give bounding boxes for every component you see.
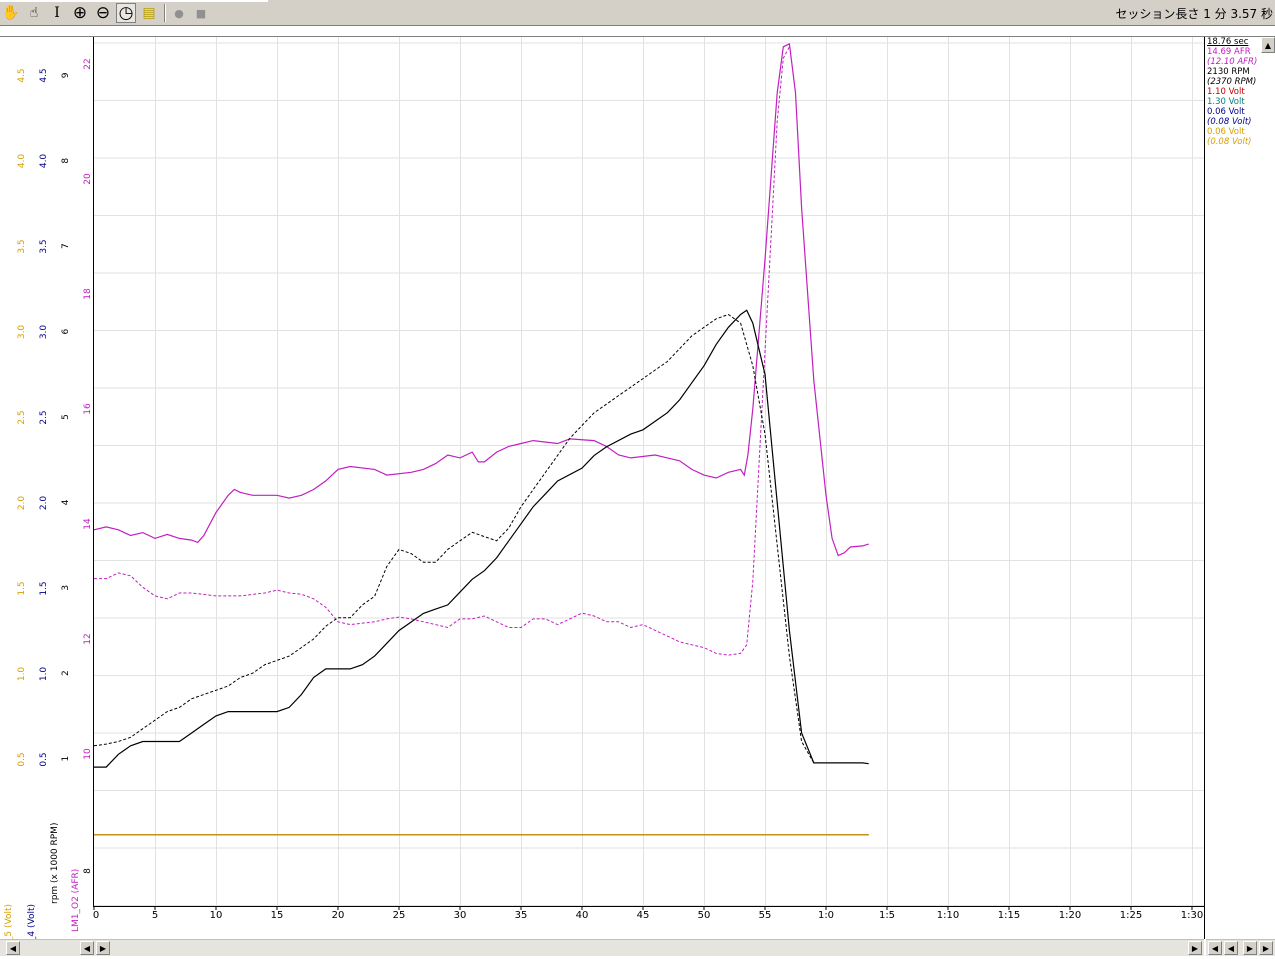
legend-lm4-ref: (0.08 Volt) [1207, 117, 1252, 127]
x-tick-label: 1:15 [998, 910, 1020, 921]
x-tick-label: 1:0 [818, 910, 834, 921]
legend-scrollbar[interactable]: ◀ ◀ ▶ ▶ [1206, 939, 1275, 956]
lm1-4-tick-label: 1.5 [39, 581, 49, 595]
toolbar: ✋ ☝ I ⊕ ⊖ ◷ ▤ ● ■ セッション長さ 1 分 3.57 秒 [0, 0, 1275, 26]
legend-lm5-ref: (0.08 Volt) [1207, 137, 1252, 147]
x-tick-label: 55 [759, 910, 772, 921]
legend-volt-teal: 1.30 Volt [1207, 97, 1245, 107]
chart: 0.5 1.0 1.5 2.0 2.5 3.0 3.5 4.0 4.5 5 0.5 1.0 1.5 2.0… [0, 26, 1275, 939]
legend-scroll-right-icon[interactable]: ▶ [1259, 941, 1273, 955]
rpm-tick-label: 8 [61, 158, 71, 164]
toolbar-grip [0, 0, 268, 2]
lm1-4-tick-label: 4.5 [39, 68, 49, 82]
axis-title-lm1-4: LM1_4 (Volt) [27, 904, 37, 939]
scroll-left-icon[interactable]: ◀ [6, 941, 20, 955]
x-tick-label: 15 [271, 910, 284, 921]
x-tick-label: 35 [515, 910, 528, 921]
axis-title-rpm: rpm (x 1000 RPM) [50, 823, 60, 904]
legend-afr: 14.69 AFR [1207, 47, 1251, 57]
rpm-tick-label: 8 [83, 868, 93, 874]
legend-lm4: 0.06 Volt [1207, 107, 1245, 117]
stopwatch-icon[interactable]: ◷ [116, 3, 136, 23]
legend-rpm: 2130 RPM [1207, 67, 1250, 77]
grab-icon[interactable]: ☝ [24, 3, 44, 23]
rpm-tick-label: 7 [61, 243, 71, 249]
lm1-5-tick-label: 3.5 [17, 239, 27, 253]
lm1-5-tick-label: 3.0 [17, 325, 27, 340]
scroll-up-button[interactable]: ▲ [1261, 37, 1275, 53]
lm1-5-tick-label: 1.5 [17, 581, 27, 595]
notepad-icon[interactable]: ▤ [139, 3, 159, 23]
lm1-4-tick-label: 4.0 [39, 154, 49, 169]
lm1-5-tick-label: 2.0 [17, 496, 27, 511]
legend-readout: 18.76 sec 14.69 AFR (12.10 AFR) 2130 RPM… [1207, 37, 1269, 147]
rpm-tick-label: 9 [61, 72, 71, 78]
x-tick-label: 50 [698, 910, 711, 921]
legend-afr-ref: (12.10 AFR) [1207, 57, 1258, 67]
rpm-tick-label: 6 [61, 328, 71, 334]
x-tick-label: 5 [152, 910, 158, 921]
lm1-4-tick-label: 3.0 [39, 325, 49, 340]
horizontal-scrollbar[interactable]: ◀ ◀ ▶ ▶ [0, 939, 1204, 956]
axis-title-lm1-5: LM1_5 (Volt) [4, 904, 14, 939]
x-tick-label: 1:10 [937, 910, 959, 921]
lm1-5-tick-label: 2.5 [17, 410, 27, 424]
x-tick-label: 1:20 [1059, 910, 1081, 921]
x-tick-label: 1:5 [879, 910, 895, 921]
lm1-4-tick-label: 2.5 [39, 410, 49, 424]
session-length: セッション長さ 1 分 3.57 秒 [1115, 7, 1273, 21]
lm1-5-tick-label: 1.0 [17, 667, 27, 682]
afr-tick-label: 12 [83, 633, 93, 644]
x-tick-label: 25 [393, 910, 406, 921]
lm1-5-tick-label: 4.0 [17, 154, 27, 169]
text-cursor-icon[interactable]: I [47, 3, 67, 23]
lm1-4-tick-label: 1.0 [39, 667, 49, 682]
rpm-tick-label: 1 [61, 756, 71, 762]
stop-icon[interactable]: ■ [191, 3, 211, 23]
toolbar-separator [164, 4, 166, 22]
lm1-4-tick-label: 2.0 [39, 496, 49, 511]
afr-tick-label: 20 [83, 173, 93, 185]
x-tick-label: 10 [210, 910, 223, 921]
x-tick-label: 45 [637, 910, 650, 921]
scroll-right-2-icon[interactable]: ▶ [96, 941, 110, 955]
legend-time: 18.76 sec [1207, 37, 1249, 47]
x-tick-label: 40 [576, 910, 589, 921]
rpm-tick-label: 5 [61, 414, 71, 420]
hand-icon[interactable]: ✋ [1, 3, 21, 23]
x-tick-label: 1:25 [1120, 910, 1142, 921]
record-icon[interactable]: ● [169, 3, 189, 23]
lm1-4-tick-label: 3.5 [39, 239, 49, 253]
afr-tick-label: 14 [83, 518, 93, 530]
x-tick-label: 0 [93, 910, 99, 921]
x-tick-label: 30 [454, 910, 467, 921]
x-tick-label: 1:30 [1181, 910, 1203, 921]
legend-scroll-right-2-icon[interactable]: ▶ [1243, 941, 1257, 955]
lm1-5-tick-label: 4.5 [17, 68, 27, 82]
lm1-4-tick-label: 0.5 [39, 752, 49, 766]
rpm-tick-label: 4 [61, 499, 71, 505]
legend-scroll-left-icon[interactable]: ◀ [1208, 941, 1222, 955]
legend-lm5: 0.06 Volt [1207, 127, 1245, 137]
legend-scroll-left-2-icon[interactable]: ◀ [1224, 941, 1238, 955]
rpm-tick-label: 2 [61, 670, 71, 676]
zoom-in-icon[interactable]: ⊕ [70, 3, 90, 23]
scroll-right-icon[interactable]: ▶ [1188, 941, 1202, 955]
legend-volt-red: 1.10 Volt [1207, 87, 1245, 97]
zoom-out-icon[interactable]: ⊖ [93, 3, 113, 23]
x-tick-label: 20 [332, 910, 345, 921]
lm1-5-tick-label: 0.5 [17, 752, 27, 766]
rpm-tick-label: 3 [61, 585, 71, 591]
scroll-left-2-icon[interactable]: ◀ [80, 941, 94, 955]
afr-tick-label: 10 [83, 748, 93, 760]
axis-title-afr: LM1_O2 (AFR) [71, 869, 81, 932]
afr-tick-label: 16 [83, 403, 93, 415]
afr-tick-label: 22 [83, 58, 93, 69]
legend-rpm-ref: (2370 RPM) [1207, 77, 1257, 87]
afr-tick-label: 18 [83, 288, 93, 300]
